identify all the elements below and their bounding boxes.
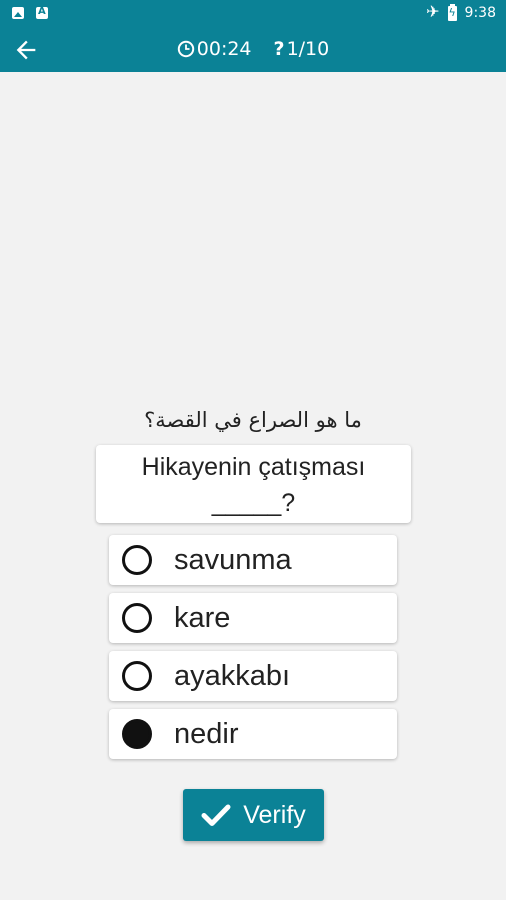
- image-notification-icon: [12, 7, 24, 19]
- option-label: savunma: [174, 543, 292, 576]
- radio-button[interactable]: [122, 661, 152, 691]
- radio-button[interactable]: [122, 545, 152, 575]
- question-mark-icon: ?: [273, 38, 285, 60]
- question-translation: ما هو الصراع في القصة؟: [144, 408, 362, 432]
- question-area: ما هو الصراع في القصة؟ Hikayenin çatışma…: [0, 72, 506, 900]
- timer-value: 00:24: [196, 38, 252, 60]
- verify-label: Verify: [243, 800, 306, 829]
- option-label: kare: [174, 601, 231, 634]
- checkmark-icon: [201, 804, 231, 826]
- sentence-line-2: _____?: [211, 489, 296, 517]
- option-ayakkabi[interactable]: ayakkabı: [109, 651, 397, 701]
- app-notification-icon: [36, 6, 48, 19]
- option-label: nedir: [174, 717, 239, 750]
- app-bar: 00:24 ? 1/10: [0, 28, 506, 72]
- radio-button-selected[interactable]: [122, 719, 152, 749]
- option-nedir[interactable]: nedir: [109, 709, 397, 759]
- sentence-line-1: Hikayenin çatışması: [141, 453, 366, 481]
- sentence-card: Hikayenin çatışması _____?: [96, 445, 411, 523]
- timer: 00:24: [177, 38, 252, 60]
- progress-value: 1/10: [286, 38, 330, 60]
- verify-button[interactable]: Verify: [183, 789, 324, 841]
- airplane-mode-icon: ✈: [426, 4, 440, 21]
- status-time: 9:38: [464, 5, 496, 21]
- option-label: ayakkabı: [174, 659, 291, 692]
- status-bar: ✈ 9:38: [0, 0, 506, 28]
- option-kare[interactable]: kare: [109, 593, 397, 643]
- battery-charging-icon: [447, 3, 457, 21]
- question-progress: ? 1/10: [274, 38, 330, 60]
- clock-icon: [177, 40, 194, 58]
- option-savunma[interactable]: savunma: [109, 535, 397, 585]
- radio-button[interactable]: [122, 603, 152, 633]
